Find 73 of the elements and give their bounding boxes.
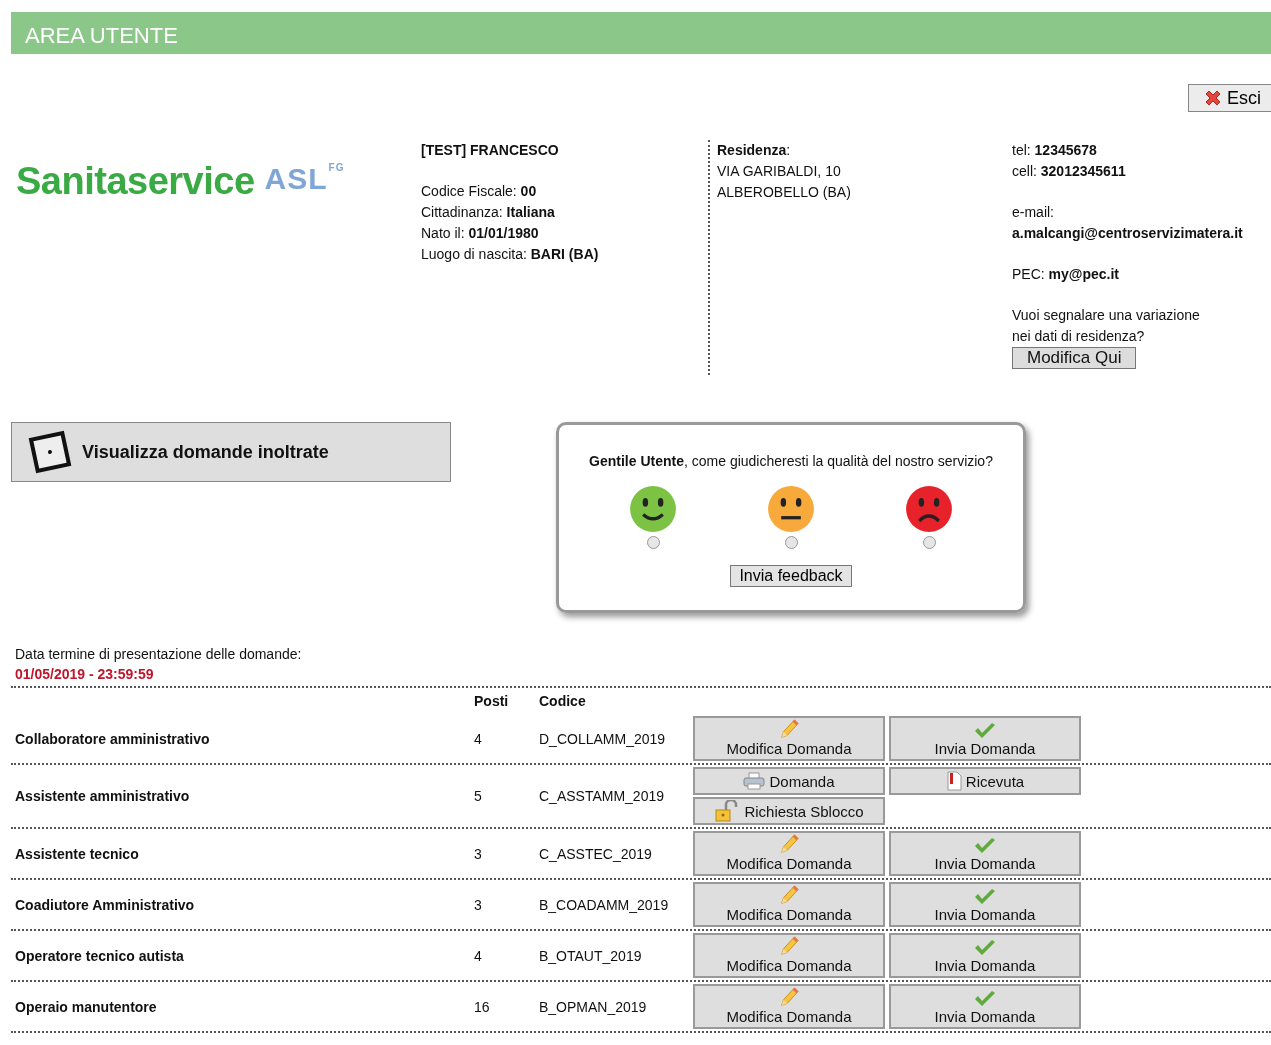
code-cell-text: C_ASSTAMM_2019 — [539, 788, 665, 804]
code-cell-text: C_ASSTEC_2019 — [539, 845, 653, 862]
document-icon — [945, 771, 962, 791]
send-feedback-button[interactable]: Invia feedback — [730, 565, 852, 587]
check-icon — [973, 888, 997, 906]
code-cell-text: B_COADAMM_2019 — [539, 896, 670, 913]
company-logo: Sanitaservice — [16, 160, 255, 203]
column-header: Posti — [474, 693, 510, 709]
view-applications-button[interactable]: Visualizza domande inoltrate — [11, 422, 451, 482]
address-line: ALBEROBELLO (BA) — [717, 183, 852, 202]
send-button[interactable]: Invia Domanda — [889, 882, 1081, 927]
send-button[interactable]: Invia Domanda — [889, 831, 1081, 876]
pec-text: PEC: my@pec.it — [1012, 265, 1121, 284]
change-prompt: Vuoi segnalare una variazione nei dati di residenza? — [1012, 306, 1201, 346]
logout-button[interactable]: Esci — [1188, 84, 1271, 112]
user-name: [TEST] FRANCESCO — [421, 141, 560, 160]
edit-button[interactable]: Modifica Domanda — [693, 831, 885, 876]
send-button[interactable]: Invia Domanda — [889, 933, 1081, 978]
seats-cell-text: 3 — [474, 896, 483, 913]
modify-button[interactable]: Modifica Qui — [1012, 347, 1137, 369]
receipt-button[interactable]: Ricevuta — [889, 767, 1081, 795]
mobile-text: cell: 32012345611 — [1012, 162, 1127, 181]
unlock-button[interactable]: Richiesta Sblocco — [693, 797, 885, 825]
edit-button[interactable]: Modifica Domanda — [693, 716, 885, 761]
position-name: Operaio manutentore — [14, 998, 158, 1015]
print-button[interactable]: Domanda — [693, 767, 885, 795]
position-name: Collaboratore amministrativo — [14, 730, 211, 747]
check-icon — [973, 837, 997, 855]
edit-button[interactable]: Modifica Domanda — [693, 984, 885, 1029]
seats-cell-text: 4 — [474, 947, 483, 964]
position-name: Assistente amministrativo — [14, 788, 191, 804]
check-icon — [973, 939, 997, 957]
user-detail: Codice Fiscale: 00 — [421, 182, 538, 201]
position-name: Coadiutore Amministrativo — [14, 896, 196, 913]
user-detail: Cittadinanza: Italiana — [421, 203, 556, 222]
code-cell-text: B_OPMAN_2019 — [539, 998, 648, 1015]
printer-icon — [743, 772, 766, 790]
deadline-value: 01/05/2019 - 23:59:59 — [15, 665, 155, 684]
column-header: Codice — [539, 693, 587, 709]
pencil-icon — [778, 718, 800, 740]
address-line: VIA GARIBALDI, 10 — [717, 162, 842, 181]
check-icon — [973, 722, 997, 740]
close-icon — [1203, 88, 1223, 108]
seats-cell-text: 16 — [474, 998, 491, 1015]
position-name: Operatore tecnico autista — [14, 947, 185, 964]
pencil-icon — [778, 884, 800, 906]
pencil-icon — [778, 986, 800, 1008]
pencil-icon — [778, 935, 800, 957]
code-cell-text: D_COLLAMM_2019 — [539, 730, 667, 747]
check-icon — [973, 990, 997, 1008]
seats-cell-text: 4 — [474, 730, 483, 747]
rating-radio[interactable] — [646, 536, 660, 549]
edit-button[interactable]: Modifica Domanda — [693, 933, 885, 978]
rating-radio[interactable] — [784, 536, 798, 549]
email-value: a.malcangi@centroservizimatera.it — [1012, 224, 1244, 243]
code-cell-text: B_OTAUT_2019 — [539, 947, 643, 964]
user-detail: Luogo di nascita: BARI (BA) — [421, 245, 600, 264]
residence-heading: Residenza: — [717, 141, 792, 160]
feedback-question: Gentile Utente, come giudicheresti la qualità del nostro servizio? — [589, 453, 993, 469]
deadline-label: Data termine di presentazione delle domande: — [15, 645, 303, 664]
edit-button[interactable]: Modifica Domanda — [693, 882, 885, 927]
pencil-icon — [778, 833, 800, 855]
rating-radio[interactable] — [922, 536, 936, 549]
user-detail: Nato il: 01/01/1980 — [421, 224, 540, 243]
seats-cell-text: 5 — [474, 788, 483, 804]
page-header: AREA UTENTE — [11, 12, 1271, 54]
send-button[interactable]: Invia Domanda — [889, 716, 1081, 761]
seats-cell-text: 3 — [474, 845, 483, 862]
email-label: e-mail: — [1012, 203, 1055, 222]
agency-logo: ASL$^{FG}$ — [264, 161, 345, 196]
position-name: Assistente tecnico — [14, 845, 140, 862]
send-button[interactable]: Invia Domanda — [889, 984, 1081, 1029]
phone-text: tel: 12345678 — [1012, 141, 1098, 160]
